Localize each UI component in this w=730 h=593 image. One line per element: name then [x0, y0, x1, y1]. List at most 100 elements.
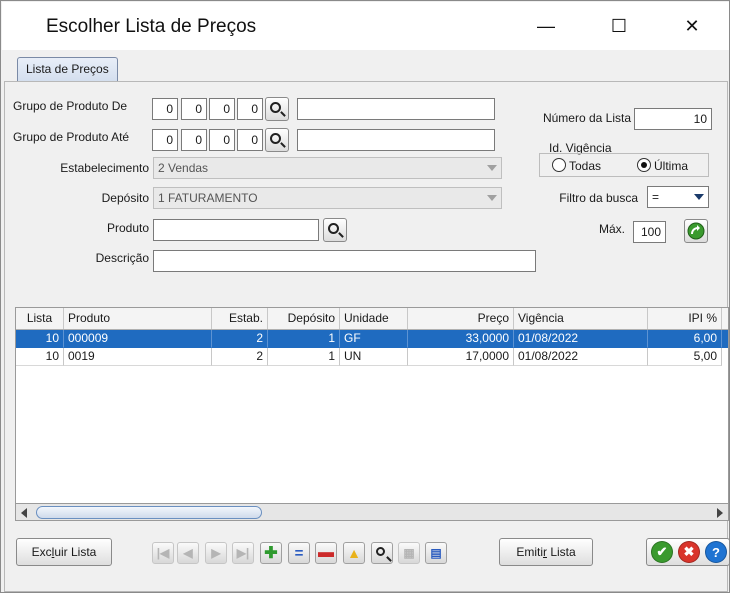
cell-ipi: 6,00	[648, 330, 722, 348]
col-produto[interactable]: Produto	[64, 308, 212, 329]
cell-vigencia: 01/08/2022	[514, 330, 648, 348]
cell-estab: 2	[212, 348, 268, 366]
grupo-ate-part-2[interactable]: 0	[181, 129, 207, 151]
search-record-button[interactable]	[371, 542, 393, 564]
previous-record-button[interactable]: ◀	[177, 542, 199, 564]
help-button[interactable]: ?	[705, 541, 727, 563]
edit-record-button[interactable]: =	[288, 542, 310, 564]
previous-icon: ◀	[183, 546, 193, 560]
ok-button[interactable]: ✔	[651, 541, 673, 563]
produto-search-button[interactable]	[323, 218, 347, 242]
triangle-up-icon: ▲	[347, 545, 361, 561]
search-icon	[270, 102, 281, 113]
cell-ipi: 5,00	[648, 348, 722, 366]
close-icon: ✕	[684, 15, 700, 36]
numero-lista-input[interactable]: 10	[634, 108, 712, 130]
table-row[interactable]: 10 0019 2 1 UN 17,0000 01/08/2022 5,00	[16, 348, 728, 366]
close-icon: ✖	[683, 544, 695, 559]
tab-strip: Lista de Preços	[2, 50, 729, 82]
scrollbar-thumb[interactable]	[36, 506, 262, 519]
add-record-button[interactable]: ✚	[260, 542, 282, 564]
grupo-ate-part-4[interactable]: 0	[237, 129, 263, 151]
tab-lista-de-precos[interactable]: Lista de Preços	[17, 57, 118, 82]
scroll-right-icon[interactable]	[717, 508, 723, 518]
estabelecimento-label: Estabelecimento	[60, 161, 149, 175]
vigencia-ultima-label[interactable]: Última	[654, 159, 688, 173]
grupo-de-description[interactable]	[297, 98, 495, 120]
produto-input[interactable]	[153, 219, 319, 241]
cell-unidade: GF	[340, 330, 408, 348]
deposito-value: 1 FATURAMENTO	[158, 191, 258, 205]
descricao-input[interactable]	[153, 250, 536, 272]
vigencia-ultima-radio[interactable]	[637, 158, 651, 172]
table-icon: ▦	[403, 546, 415, 560]
grupo-ate-search-button[interactable]	[265, 128, 289, 152]
remove-record-button[interactable]: ▬	[315, 542, 337, 564]
col-unidade[interactable]: Unidade	[340, 308, 408, 329]
search-icon	[328, 223, 339, 234]
grupo-de-part-3[interactable]: 0	[209, 98, 235, 120]
col-vigencia[interactable]: Vigência	[514, 308, 648, 329]
excluir-pre: Exc	[31, 545, 52, 559]
refresh-icon	[687, 222, 705, 240]
vigencia-todas-label[interactable]: Todas	[569, 159, 601, 173]
grupo-ate-description[interactable]	[297, 129, 495, 151]
grupo-ate-part-3[interactable]: 0	[209, 129, 235, 151]
filtro-value: =	[652, 190, 660, 204]
excluir-post: uir Lista	[54, 545, 97, 559]
col-lista[interactable]: Lista	[16, 308, 64, 329]
close-button[interactable]: ✕	[669, 2, 715, 50]
horizontal-scrollbar[interactable]	[15, 503, 729, 521]
excluir-lista-button[interactable]: Excluir Lista	[16, 538, 112, 566]
title-bar: Escolher Lista de Preços — ☐ ✕	[2, 2, 729, 50]
maximize-icon: ☐	[610, 15, 628, 36]
cell-lista: 10	[16, 348, 64, 366]
confirm-record-button[interactable]: ▲	[343, 542, 365, 564]
next-icon: ▶	[211, 546, 221, 560]
col-ipi[interactable]: IPI %	[648, 308, 722, 329]
col-deposito[interactable]: Depósito	[268, 308, 340, 329]
chevron-down-icon	[487, 165, 497, 171]
col-preco[interactable]: Preço	[408, 308, 514, 329]
cell-deposito: 1	[268, 330, 340, 348]
check-icon: ✔	[656, 544, 668, 559]
minimize-button[interactable]: —	[523, 2, 569, 50]
numero-lista-label: Número da Lista	[542, 111, 631, 125]
scroll-left-icon[interactable]	[21, 508, 27, 518]
last-record-button[interactable]: ▶|	[232, 542, 254, 564]
deposito-select: 1 FATURAMENTO	[153, 187, 502, 209]
window-title: Escolher Lista de Preços	[46, 16, 257, 37]
grupo-de-search-button[interactable]	[265, 97, 289, 121]
grupo-de-part-2[interactable]: 0	[181, 98, 207, 120]
first-icon: |◀	[156, 546, 170, 560]
next-record-button[interactable]: ▶	[205, 542, 227, 564]
chevron-down-icon	[694, 194, 704, 200]
emitir-lista-button[interactable]: Emitir Lista	[499, 538, 593, 566]
cell-preco: 33,0000	[408, 330, 514, 348]
refresh-button[interactable]	[684, 219, 708, 243]
help-icon: ?	[712, 544, 720, 560]
first-record-button[interactable]: |◀	[152, 542, 174, 564]
grupo-ate-label: Grupo de Produto Até	[13, 130, 130, 144]
chevron-down-icon	[487, 195, 497, 201]
emitir-pre: Emiti	[516, 545, 543, 559]
cell-produto: 0019	[64, 348, 212, 366]
estabelecimento-value: 2 Vendas	[158, 161, 209, 175]
max-input[interactable]: 100	[633, 221, 666, 243]
minimize-icon: —	[537, 15, 555, 36]
export-button[interactable]: ▤	[425, 542, 447, 564]
price-list-grid[interactable]: Lista Produto Estab. Depósito Unidade Pr…	[15, 307, 729, 521]
dialog-window: Escolher Lista de Preços — ☐ ✕ Lista de …	[0, 0, 730, 593]
filtro-select[interactable]: =	[647, 186, 709, 208]
vigencia-todas-radio[interactable]	[552, 158, 566, 172]
col-estab[interactable]: Estab.	[212, 308, 268, 329]
grupo-de-part-1[interactable]: 0	[152, 98, 178, 120]
search-icon	[376, 547, 385, 556]
grupo-ate-part-1[interactable]: 0	[152, 129, 178, 151]
grid-view-button[interactable]: ▦	[398, 542, 420, 564]
maximize-button[interactable]: ☐	[596, 2, 642, 50]
table-row[interactable]: 10 000009 2 1 GF 33,0000 01/08/2022 6,00	[16, 330, 728, 348]
grupo-de-part-4[interactable]: 0	[237, 98, 263, 120]
cancel-button[interactable]: ✖	[678, 541, 700, 563]
cell-vigencia: 01/08/2022	[514, 348, 648, 366]
